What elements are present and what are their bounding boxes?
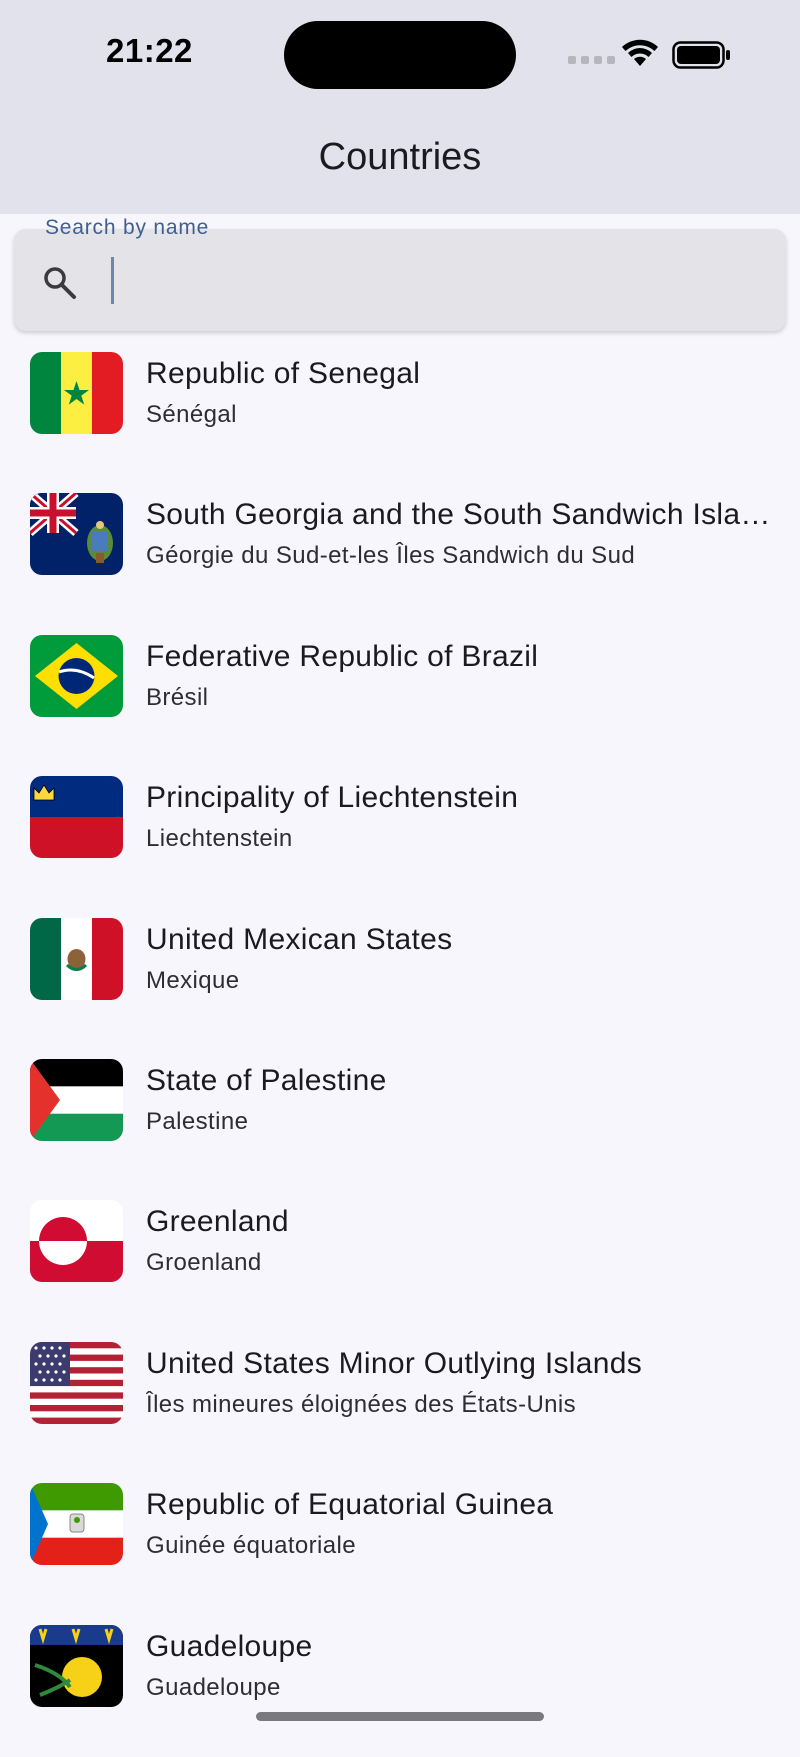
list-item[interactable]: United Mexican States Mexique <box>0 909 800 1050</box>
country-name: Principality of Liechtenstein <box>146 781 519 815</box>
page-title: Countries <box>318 136 482 178</box>
list-item[interactable]: Principality of Liechtenstein Liechtenst… <box>0 767 800 908</box>
country-name: South Georgia and the South Sandwich Isl… <box>146 498 776 532</box>
dynamic-island <box>284 21 516 89</box>
greenland-flag-icon <box>30 1200 123 1283</box>
list-item[interactable]: Republic of Equatorial Guinea Guinée équ… <box>0 1474 800 1615</box>
list-item[interactable]: Federative Republic of Brazil Brésil <box>0 626 800 767</box>
status-time: 21:22 <box>106 32 193 69</box>
country-native-name: Mexique <box>146 966 240 994</box>
wifi-icon <box>622 39 658 66</box>
country-list[interactable]: Republic of Senegal Sénégal South Georgi… <box>0 343 800 1757</box>
liechtenstein-flag-icon <box>30 776 123 859</box>
equatorial-guinea-flag-icon <box>30 1483 123 1566</box>
palestine-flag-icon <box>30 1058 123 1141</box>
country-name: Guadeloupe <box>146 1629 313 1663</box>
status-bar: 21:22 <box>0 0 800 110</box>
country-name: United States Minor Outlying Islands <box>146 1346 643 1380</box>
brazil-flag-icon <box>30 634 123 717</box>
search-label: Search by name <box>45 216 210 239</box>
mexico-flag-icon <box>30 917 123 1000</box>
south-georgia-flag-icon <box>30 493 123 576</box>
list-item[interactable]: United States Minor Outlying Islands Île… <box>0 1333 800 1474</box>
guadeloupe-flag-icon <box>30 1624 123 1707</box>
list-item[interactable]: Guadeloupe Guadeloupe <box>0 1616 800 1757</box>
country-native-name: Îles mineures éloignées des États-Unis <box>146 1390 577 1418</box>
list-item[interactable]: South Georgia and the South Sandwich Isl… <box>0 484 800 625</box>
app-bar: Countries <box>0 110 800 214</box>
country-native-name: Guinée équatoriale <box>146 1532 357 1560</box>
country-native-name: Guadeloupe <box>146 1673 281 1701</box>
battery-icon <box>672 41 730 69</box>
list-item[interactable]: Greenland Groenland <box>0 1191 800 1332</box>
country-name: Republic of Equatorial Guinea <box>146 1488 554 1522</box>
list-item[interactable]: State of Palestine Palestine <box>0 1050 800 1191</box>
search-field[interactable] <box>14 229 786 331</box>
country-native-name: Liechtenstein <box>146 825 293 853</box>
us-minor-islands-flag-icon <box>30 1341 123 1424</box>
list-item[interactable]: Republic of Senegal Sénégal <box>0 343 800 484</box>
country-native-name: Sénégal <box>146 401 237 428</box>
country-name: Federative Republic of Brazil <box>146 639 539 673</box>
search-input[interactable] <box>111 257 114 304</box>
senegal-flag-icon <box>30 352 123 434</box>
search-icon <box>44 267 76 299</box>
country-native-name: Géorgie du Sud-et-les Îles Sandwich du S… <box>146 542 636 570</box>
country-name: Greenland <box>146 1205 289 1239</box>
home-indicator[interactable] <box>256 1712 544 1721</box>
country-native-name: Palestine <box>146 1107 249 1135</box>
cellular-signal-icon <box>568 56 615 64</box>
country-name: State of Palestine <box>146 1063 387 1097</box>
country-name: United Mexican States <box>146 922 453 956</box>
country-native-name: Brésil <box>146 683 209 711</box>
country-name: Republic of Senegal <box>146 357 421 390</box>
country-native-name: Groenland <box>146 1249 262 1277</box>
